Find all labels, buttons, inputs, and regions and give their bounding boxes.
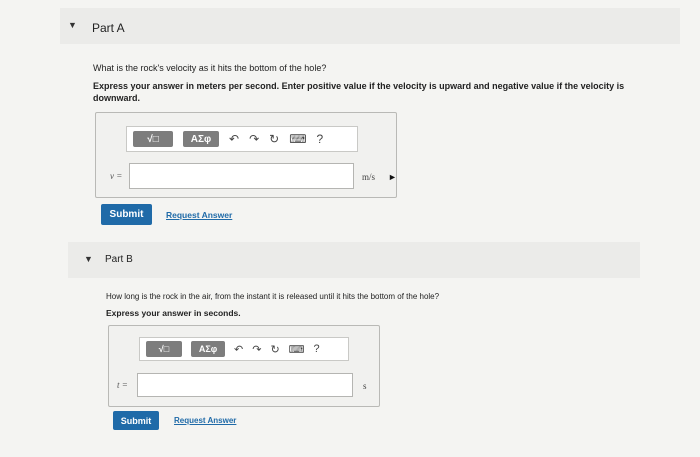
time-answer-input[interactable] [137, 373, 353, 397]
greek-symbols-button[interactable]: ΑΣφ [183, 131, 219, 147]
part-a-header[interactable] [60, 8, 680, 44]
part-a-request-answer-link[interactable]: Request Answer [166, 210, 232, 220]
velocity-unit-label: m/s [362, 172, 376, 182]
help-button[interactable]: ? [317, 132, 324, 146]
part-b-request-answer-link[interactable]: Request Answer [174, 416, 236, 425]
part-b-instruction: Express your answer in seconds. [106, 308, 241, 318]
mouse-pointer-icon: ► [388, 172, 397, 182]
part-b-title: Part B [105, 254, 133, 265]
help-button[interactable]: ? [314, 343, 320, 355]
redo-icon[interactable]: ↷ [249, 132, 259, 146]
reset-icon[interactable]: ↻ [270, 343, 279, 356]
part-a-answer-editor: √□ ΑΣφ ↶ ↷ ↻ ⌨ ? v = m/s [95, 112, 397, 198]
part-b-answer-editor: √□ ΑΣφ ↶ ↷ ↻ ⌨ ? t = s [108, 325, 380, 407]
undo-icon[interactable]: ↶ [229, 132, 239, 146]
part-a-question: What is the rock's velocity as it hits t… [93, 63, 327, 73]
part-a-submit-button[interactable]: Submit [101, 204, 152, 225]
time-variable-label: t = [117, 380, 128, 390]
templates-button[interactable]: √□ [146, 341, 182, 357]
time-unit-label: s [363, 381, 367, 391]
collapse-caret-icon[interactable]: ▼ [84, 254, 93, 264]
reset-icon[interactable]: ↻ [269, 132, 279, 146]
redo-icon[interactable]: ↷ [252, 343, 261, 356]
templates-button[interactable]: √□ [133, 131, 173, 147]
part-b-submit-button[interactable]: Submit [113, 411, 159, 430]
part-b-header[interactable] [68, 242, 640, 278]
greek-symbols-button[interactable]: ΑΣφ [191, 341, 225, 357]
keyboard-icon[interactable]: ⌨ [289, 132, 306, 146]
part-b-math-toolbar: √□ ΑΣφ ↶ ↷ ↻ ⌨ ? [139, 337, 349, 361]
part-a-math-toolbar: √□ ΑΣφ ↶ ↷ ↻ ⌨ ? [126, 126, 358, 152]
velocity-variable-label: v = [110, 171, 123, 181]
collapse-caret-icon[interactable]: ▼ [68, 20, 77, 30]
keyboard-icon[interactable]: ⌨ [289, 343, 305, 356]
undo-icon[interactable]: ↶ [234, 343, 243, 356]
part-a-instruction: Express your answer in meters per second… [93, 81, 625, 103]
part-a-title: Part A [92, 21, 125, 35]
velocity-answer-input[interactable] [129, 163, 354, 189]
part-b-question: How long is the rock in the air, from th… [106, 292, 440, 301]
